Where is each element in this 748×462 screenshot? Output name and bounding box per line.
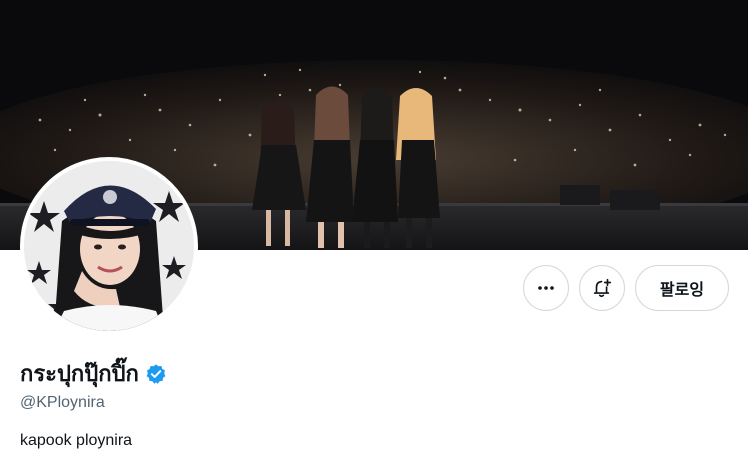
profile-bio: kapook ploynira: [20, 432, 133, 449]
user-handle: @KPloynira: [20, 394, 105, 411]
verified-badge-icon[interactable]: [145, 363, 167, 385]
bell-plus-icon: [593, 278, 612, 298]
avatar[interactable]: [24, 161, 194, 331]
display-name: กระปุกปุ๊กปิ๊ก: [20, 362, 139, 387]
name-row: กระปุกปุ๊กปิ๊ก: [20, 356, 167, 391]
profile-actions: 팔로잉: [523, 265, 729, 311]
following-button[interactable]: 팔로잉: [635, 265, 729, 311]
notifications-button[interactable]: [579, 265, 625, 311]
more-button[interactable]: [523, 265, 569, 311]
more-horizontal-icon: [538, 286, 554, 290]
profile-avatar-frame[interactable]: [20, 157, 198, 335]
